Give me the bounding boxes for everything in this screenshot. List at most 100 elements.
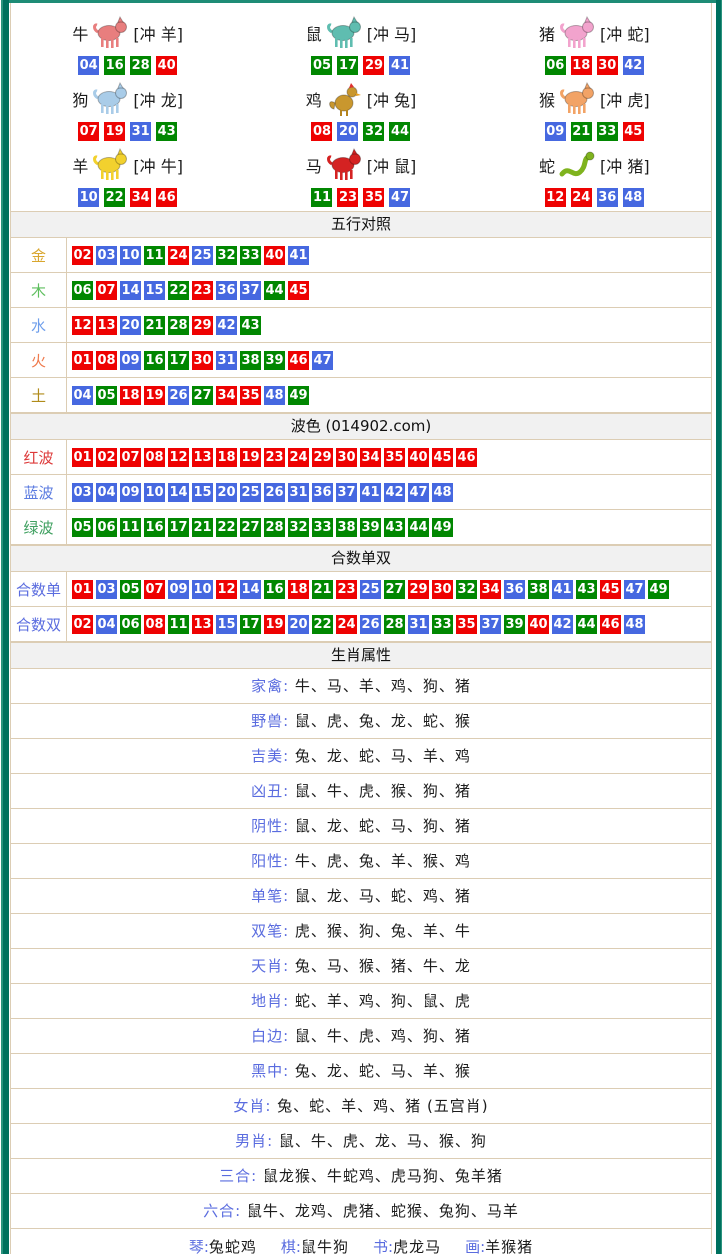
- number-tile: 21: [312, 580, 333, 599]
- number-tile: 35: [240, 386, 261, 405]
- number-tile: 16: [264, 580, 285, 599]
- number-tile: 45: [600, 580, 621, 599]
- wuxing-row-label-cell: 水: [11, 308, 67, 342]
- attribute-label: 三合:: [219, 1167, 257, 1185]
- bose-row-label-cell: 绿波: [11, 510, 67, 544]
- wuxing-row-label: 木: [31, 280, 46, 301]
- zodiac-title: 猴[冲 虎]: [539, 79, 650, 119]
- attribute-row: 女肖: 兔、蛇、羊、鸡、猪 (五宫肖): [11, 1089, 711, 1124]
- attribute-value: 鼠、牛、虎、龙、马、猴、狗: [273, 1132, 487, 1150]
- wuxing-row-label-cell: 金: [11, 238, 67, 272]
- number-tile: 20: [216, 483, 237, 502]
- number-tile: 23: [336, 580, 357, 599]
- zodiac-name: 鼠: [306, 21, 322, 45]
- zodiac-clash: [冲 牛]: [133, 153, 183, 177]
- zodiac-name: 羊: [72, 153, 88, 177]
- zodiac-numbers: 11233547: [311, 188, 410, 207]
- zodiac-numbers: 04162840: [78, 56, 177, 75]
- number-tile: 12: [72, 316, 93, 335]
- zodiac-clash: [冲 猪]: [600, 153, 650, 177]
- number-tile: 37: [336, 483, 357, 502]
- wuxing-row-label: 土: [31, 385, 46, 406]
- number-tile: 16: [104, 56, 125, 75]
- number-tile: 10: [78, 188, 99, 207]
- number-tile: 05: [120, 580, 141, 599]
- attribute-value: 鼠、虎、兔、龙、蛇、猴: [289, 712, 471, 730]
- bose-row: 蓝波03040910141520252631363741424748: [11, 475, 711, 510]
- bose-row-label: 绿波: [23, 517, 53, 538]
- zodiac-clash: [冲 兔]: [367, 87, 417, 111]
- page-left-border: [0, 0, 9, 1254]
- number-tile: 06: [120, 615, 141, 634]
- number-tile: 26: [264, 483, 285, 502]
- number-tile: 49: [648, 580, 669, 599]
- zodiac-cell: 马[冲 鼠]11233547: [244, 143, 477, 209]
- number-tile: 06: [96, 518, 117, 537]
- attribute-label: 六合:: [203, 1202, 241, 1220]
- attribute-row: 白边: 鼠、牛、虎、鸡、狗、猪: [11, 1019, 711, 1054]
- zodiac-icon-wrap: [325, 147, 365, 183]
- number-tile: 24: [336, 615, 357, 634]
- number-tile: 44: [389, 122, 410, 141]
- number-tile: 18: [120, 386, 141, 405]
- number-tile: 44: [264, 281, 285, 300]
- number-tile: 35: [363, 188, 384, 207]
- qinqishuhua-label: 画:: [465, 1238, 485, 1254]
- number-tile: 08: [144, 448, 165, 467]
- number-tile: 01: [72, 448, 93, 467]
- attribute-value: 兔、龙、蛇、马、羊、鸡: [289, 747, 471, 765]
- number-tile: 09: [168, 580, 189, 599]
- ox-icon: [91, 15, 131, 51]
- attribute-row: 阴性: 鼠、龙、蛇、马、狗、猪: [11, 809, 711, 844]
- number-tile: 04: [78, 56, 99, 75]
- number-tile: 27: [240, 518, 261, 537]
- number-tile: 04: [96, 615, 117, 634]
- wuxing-row: 金02031011242532334041: [11, 238, 711, 273]
- number-tile: 33: [240, 246, 261, 265]
- dog-icon: [91, 81, 131, 117]
- zodiac-icon-wrap: [558, 15, 598, 51]
- zodiac-icon-wrap: [325, 81, 365, 117]
- qinqishuhua-value: 虎龙马: [393, 1238, 441, 1254]
- number-tile: 07: [144, 580, 165, 599]
- attribute-value: 牛、马、羊、鸡、狗、猪: [289, 677, 471, 695]
- number-tile: 25: [240, 483, 261, 502]
- zodiac-clash: [冲 马]: [367, 21, 417, 45]
- number-tile: 20: [337, 122, 358, 141]
- number-tile: 43: [240, 316, 261, 335]
- number-tile: 40: [156, 56, 177, 75]
- number-tile: 11: [120, 518, 141, 537]
- number-tile: 07: [78, 122, 99, 141]
- zodiac-name: 猪: [539, 21, 555, 45]
- number-tile: 31: [288, 483, 309, 502]
- number-tile: 20: [120, 316, 141, 335]
- number-tile: 39: [264, 351, 285, 370]
- number-tile: 30: [336, 448, 357, 467]
- number-tile: 34: [360, 448, 381, 467]
- number-tile: 28: [168, 316, 189, 335]
- number-tile: 45: [623, 122, 644, 141]
- number-tile: 32: [456, 580, 477, 599]
- number-tile: 42: [216, 316, 237, 335]
- section-header-heshu: 合数单双: [11, 545, 711, 572]
- goat-icon: [91, 147, 131, 183]
- zodiac-title: 蛇[冲 猪]: [539, 145, 650, 185]
- zodiac-cell: 鼠[冲 马]05172941: [244, 11, 477, 77]
- attribute-label: 地肖:: [251, 992, 289, 1010]
- number-tile: 10: [192, 580, 213, 599]
- number-tile: 16: [144, 351, 165, 370]
- qinqishuhua-value: 鼠牛狗: [301, 1238, 349, 1254]
- number-tile: 26: [168, 386, 189, 405]
- number-tile: 24: [571, 188, 592, 207]
- attribute-label: 野兽:: [251, 712, 289, 730]
- number-tile: 48: [264, 386, 285, 405]
- qinqishuhua-value: 兔蛇鸡: [209, 1238, 257, 1254]
- number-tile: 39: [504, 615, 525, 634]
- number-tile: 10: [120, 246, 141, 265]
- number-tile: 45: [288, 281, 309, 300]
- attribute-label: 阳性:: [251, 852, 289, 870]
- bose-row-numbers: 0102070812131819232429303435404546: [67, 440, 711, 474]
- number-tile: 04: [72, 386, 93, 405]
- wuxing-row-numbers: 04051819262734354849: [67, 378, 711, 412]
- number-tile: 23: [337, 188, 358, 207]
